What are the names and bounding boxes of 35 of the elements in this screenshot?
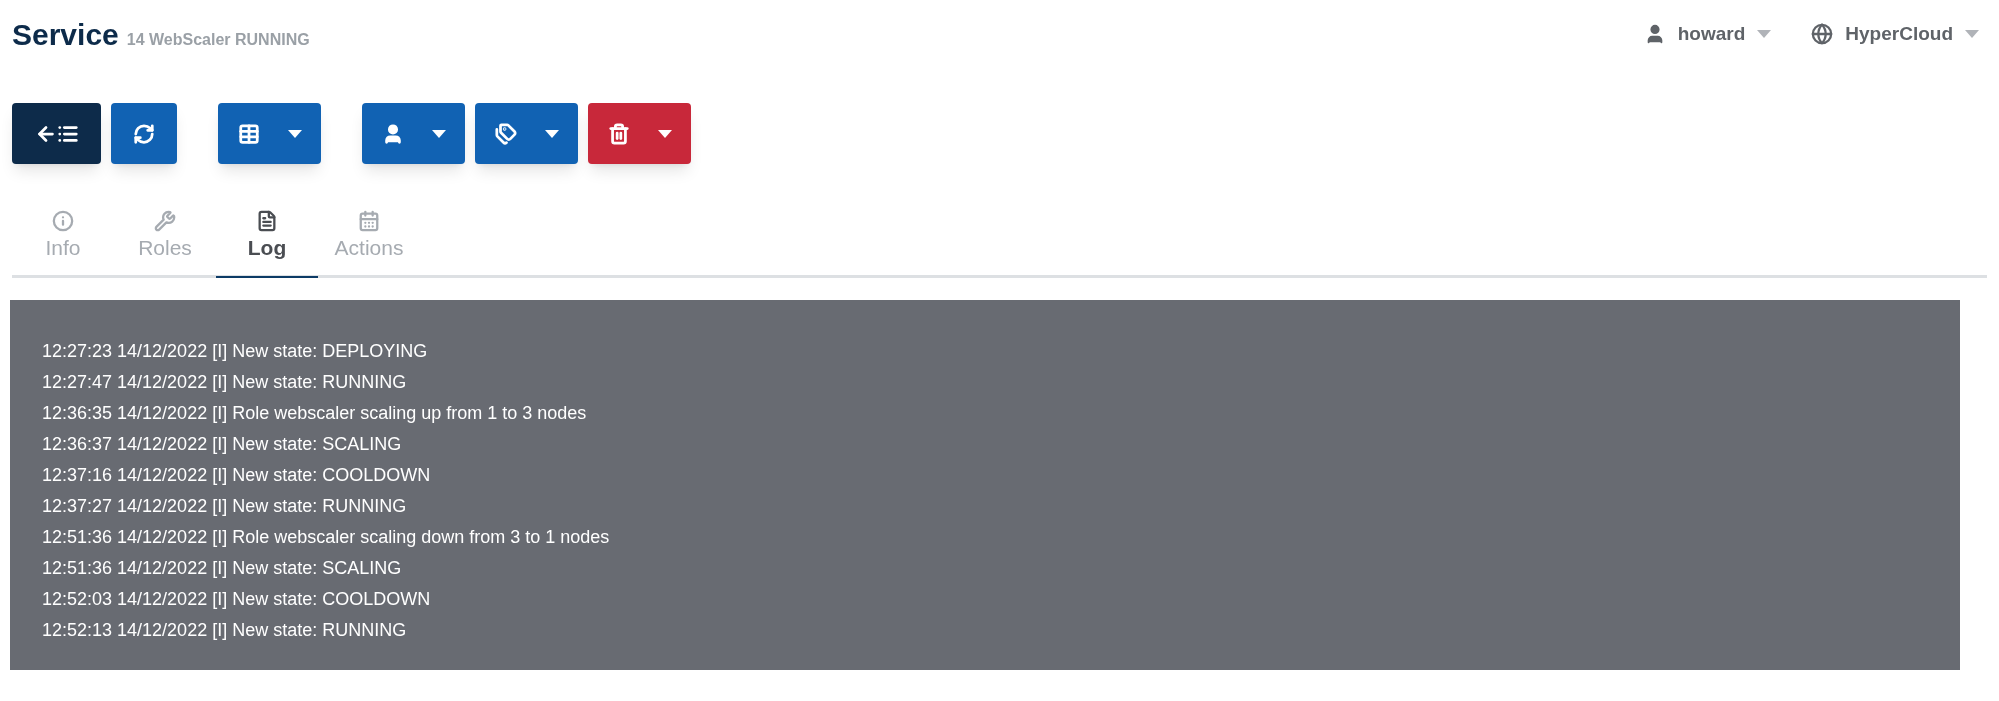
toolbar-button[interactable] [12, 103, 101, 164]
log-line: 12:52:13 14/12/2022 [I] New state: RUNNING [42, 618, 408, 642]
document-icon [256, 210, 278, 232]
caret-icon [544, 129, 559, 138]
log-line: 12:27:47 14/12/2022 [I] New state: RUNNING [42, 370, 408, 394]
caret-icon [431, 129, 446, 138]
tags-icon [494, 122, 517, 145]
toolbar-button[interactable] [362, 103, 465, 164]
header-menu[interactable]: howard [1643, 20, 1772, 49]
toolbar-button[interactable] [111, 103, 177, 164]
log-line: 12:36:35 14/12/2022 [I] Role webscaler scaling up from 1 to 3 nodes [42, 401, 588, 425]
refresh-icon [133, 122, 155, 145]
caret-icon [1757, 30, 1772, 39]
caret-icon [657, 129, 672, 138]
service-subtitle: 14 WebScaler RUNNING [126, 30, 310, 50]
log-line: 12:51:36 14/12/2022 [I] Role webscaler scaling down from 3 to 1 nodes [42, 525, 611, 549]
log-line: 12:36:37 14/12/2022 [I] New state: SCALING [42, 432, 403, 456]
log-line: 12:37:27 14/12/2022 [I] New state: RUNNING [42, 494, 408, 518]
header-menu[interactable]: HyperCloud [1811, 20, 1979, 49]
wrench-icon [154, 210, 176, 232]
log-line: 12:52:03 14/12/2022 [I] New state: COOLDOWN [42, 587, 432, 611]
table-icon [237, 122, 260, 145]
trash-icon [607, 122, 630, 145]
log-line: 12:27:23 14/12/2022 [I] New state: DEPLOYING [42, 339, 429, 363]
calendar-icon [358, 210, 380, 232]
page-title: Service [12, 17, 119, 53]
caret-icon [287, 129, 302, 138]
toolbar-button[interactable] [218, 103, 321, 164]
info-icon [52, 210, 74, 232]
log-line: 12:51:36 14/12/2022 [I] New state: SCALING [42, 556, 403, 580]
globe-icon [1811, 23, 1834, 46]
caret-icon [1965, 30, 1979, 39]
log-line: 12:37:16 14/12/2022 [I] New state: COOLDOWN [42, 463, 432, 487]
tab[interactable]: Log [216, 206, 318, 278]
toolbar-button[interactable] [475, 103, 578, 164]
